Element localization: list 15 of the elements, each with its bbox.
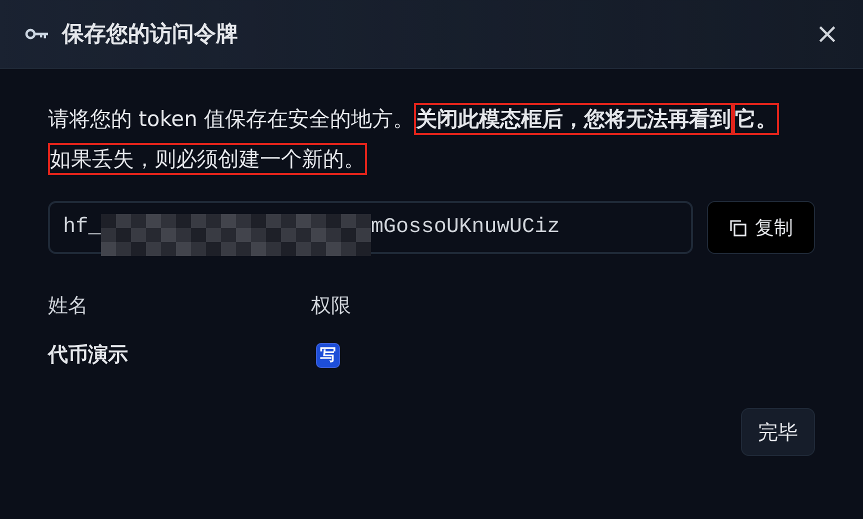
- copy-button[interactable]: 复制: [707, 201, 815, 254]
- highlighted-text: 如果丢失，则必须创建一个新的。: [48, 143, 367, 175]
- token-field[interactable]: hf_ mGossoUKnuwUCiz: [48, 201, 693, 254]
- dialog-title: 保存您的访问令牌: [62, 20, 239, 49]
- permission-badge: 写: [316, 343, 340, 368]
- done-button[interactable]: 完毕: [741, 408, 815, 456]
- copy-icon: [729, 218, 747, 236]
- token-name: 代币演示: [48, 341, 129, 368]
- highlighted-text: 关闭此模态框后，您将无法再看到: [414, 103, 734, 135]
- column-header: 姓名: [48, 292, 89, 319]
- close-button[interactable]: ×: [816, 20, 839, 48]
- highlighted-text: 它。: [733, 103, 780, 135]
- key-icon: [25, 27, 49, 41]
- column-header: 权限: [311, 292, 352, 319]
- message-text: 请将您的 token 值保存在安全的地方。: [48, 107, 414, 131]
